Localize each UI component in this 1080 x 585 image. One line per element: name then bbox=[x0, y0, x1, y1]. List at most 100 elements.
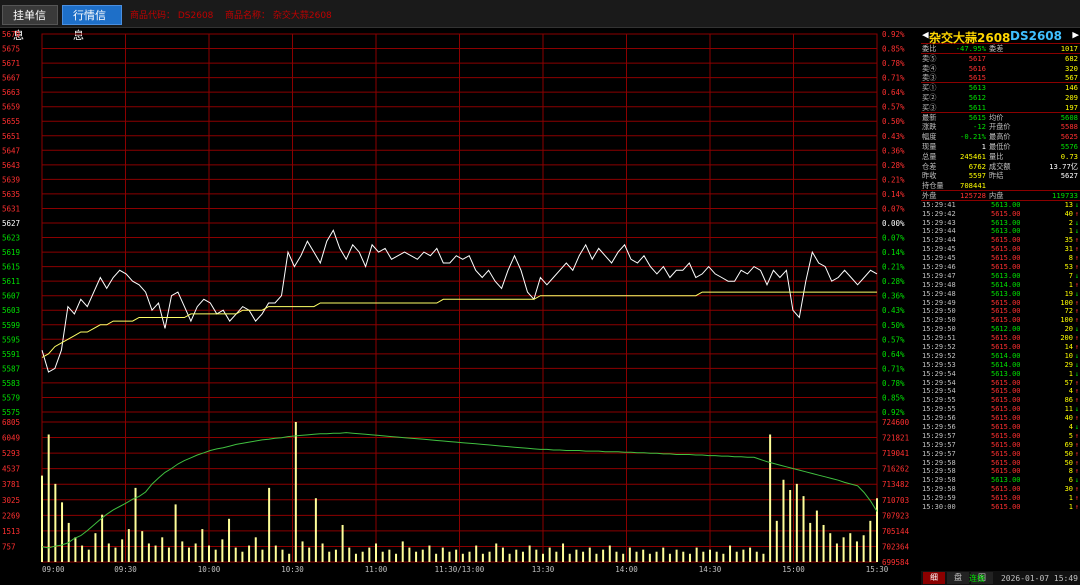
tick-qty: 2 bbox=[1068, 218, 1073, 227]
tick-price: 5615.00 bbox=[991, 334, 1021, 343]
tick-qty: 57 bbox=[1064, 378, 1073, 387]
volume-tick-label: 3025 bbox=[2, 496, 20, 505]
pct-tick-label: 0.14% bbox=[882, 248, 905, 257]
stat-row-label: 总量 bbox=[922, 151, 937, 161]
stat-row-label: 涨跌 bbox=[922, 122, 937, 132]
pct-tick-label: 0.64% bbox=[882, 88, 905, 97]
tick-row: 15:29:41 5613.00 13 ↓ bbox=[921, 201, 1080, 210]
tick-qty: 1 bbox=[1068, 227, 1073, 236]
tick-row: 15:29:50 5615.00 72 ↑ bbox=[921, 307, 1080, 316]
stat-row-label: 最新 bbox=[922, 112, 937, 122]
tick-qty: 13 bbox=[1064, 200, 1073, 209]
tick-price: 5614.00 bbox=[991, 360, 1021, 369]
top-bar: 挂单信息 行情信息 商品代码： DS2608 商品名称： 杂交大蒜2608 bbox=[0, 0, 1080, 42]
stat-row-label2: 最低价 bbox=[989, 141, 1011, 151]
pct-tick-label: 0.71% bbox=[882, 74, 905, 83]
weibi-row: 委比 -47.95% 委差 1017 bbox=[921, 44, 1080, 54]
weibi-row-label: 委比 bbox=[922, 44, 937, 53]
oi-tick-label: 702364 bbox=[882, 542, 910, 551]
tick-price: 5615.00 bbox=[991, 316, 1021, 325]
tick-row: 15:29:50 5615.00 100 ↑ bbox=[921, 316, 1080, 325]
intraday-chart[interactable]: 5679 0.92% 5675 0.85% 5671 0.78% 5667 0.71% 5663… bbox=[0, 28, 920, 585]
tick-price: 5615.00 bbox=[991, 494, 1021, 503]
price-tick-label: 5583 bbox=[2, 379, 20, 388]
tick-row: 15:29:50 5612.00 20 ↓ bbox=[921, 325, 1080, 334]
weibi-row-value2: 1017 bbox=[1060, 44, 1078, 53]
down-arrow-icon: ↓ bbox=[1074, 360, 1079, 369]
oi-tick-label: 707923 bbox=[882, 511, 909, 520]
prev-arrow-icon[interactable]: ◀ bbox=[922, 28, 929, 41]
tick-price: 5615.00 bbox=[991, 262, 1021, 271]
tab-quote-info[interactable]: 行情信息 bbox=[62, 5, 122, 42]
tick-qty: 8 bbox=[1068, 254, 1073, 263]
price-tick-label: 5619 bbox=[2, 248, 20, 257]
tick-time: 15:29:52 bbox=[922, 343, 956, 351]
price-tick-label: 5631 bbox=[2, 204, 20, 213]
tick-price: 5615.00 bbox=[991, 307, 1021, 316]
tick-row: 15:29:49 5615.00 100 ↑ bbox=[921, 299, 1080, 308]
tick-price: 5615.00 bbox=[991, 449, 1021, 458]
time-tick-label: 09:30 bbox=[114, 565, 137, 574]
stat-row: 最新 5615 均价 5608 bbox=[921, 113, 1080, 123]
tick-row: 15:29:51 5615.00 200 ↑ bbox=[921, 334, 1080, 343]
time-tick-label: 15:30 bbox=[866, 565, 889, 574]
up-arrow-icon: ↑ bbox=[1074, 458, 1079, 467]
stat-row-value: 708441 bbox=[960, 181, 986, 191]
tick-qty: 50 bbox=[1064, 458, 1073, 467]
pct-tick-label: 0.28% bbox=[882, 161, 905, 170]
up-arrow-icon: ↑ bbox=[1074, 254, 1079, 263]
bid-row-price: 5611 bbox=[968, 102, 986, 112]
tick-price: 5615.00 bbox=[991, 298, 1021, 307]
price-tick-label: 5647 bbox=[2, 146, 20, 155]
tick-price: 5613.00 bbox=[991, 218, 1021, 227]
price-tick-label: 5639 bbox=[2, 175, 20, 184]
pct-tick-label: 0.78% bbox=[882, 59, 905, 68]
oi-tick-label: 710703 bbox=[882, 496, 909, 505]
down-arrow-icon: ↓ bbox=[1074, 405, 1079, 414]
stat-row-value: 6762 bbox=[968, 161, 986, 171]
tick-qty: 100 bbox=[1060, 298, 1073, 307]
stat-row-label2: 量比 bbox=[989, 151, 1004, 161]
up-arrow-icon: ↑ bbox=[1074, 262, 1079, 271]
tick-time: 15:29:45 bbox=[922, 245, 956, 254]
stat-row: 幅度 -0.21% 最高价 5625 bbox=[921, 132, 1080, 142]
stat-row-value: -12 bbox=[973, 122, 986, 132]
contract-code: DS2608 bbox=[1010, 29, 1063, 43]
tick-qty: 35 bbox=[1064, 236, 1073, 245]
tick-price: 5615.00 bbox=[991, 236, 1021, 245]
tick-row: 15:29:58 5613.00 6 ↓ bbox=[921, 476, 1080, 485]
ask-row-size: 320 bbox=[1065, 63, 1078, 73]
up-arrow-icon: ↑ bbox=[1074, 449, 1079, 458]
bid-row-label: 买① bbox=[922, 83, 937, 93]
tick-time: 15:29:56 bbox=[922, 423, 956, 432]
stat-row-value2: 5625 bbox=[1060, 132, 1078, 142]
tick-time: 15:29:44 bbox=[922, 236, 956, 245]
tick-row: 15:29:46 5615.00 53 ↑ bbox=[921, 263, 1080, 272]
volume-tick-label: 1513 bbox=[2, 527, 20, 536]
price-tick-label: 5663 bbox=[2, 88, 20, 97]
price-tick-label: 5635 bbox=[2, 190, 20, 199]
stat-row-value2: 5608 bbox=[1060, 112, 1078, 122]
tick-time: 15:29:56 bbox=[922, 414, 956, 423]
tick-price: 5613.00 bbox=[991, 227, 1021, 236]
volume-tick-label: 2269 bbox=[2, 511, 20, 520]
price-tick-label: 5671 bbox=[2, 59, 20, 68]
pct-tick-label: 0.78% bbox=[882, 379, 905, 388]
bid-row: 买③ 5611 197 bbox=[921, 103, 1080, 113]
tick-time: 15:29:57 bbox=[922, 440, 956, 449]
stat-row-value2: 13.77亿 bbox=[1049, 161, 1078, 171]
ask-row-label: 卖⑤ bbox=[922, 53, 937, 63]
up-arrow-icon: ↑ bbox=[1074, 378, 1079, 387]
down-arrow-icon: ↓ bbox=[1074, 476, 1079, 485]
clock: 2026-01-07 15:49 bbox=[1000, 574, 1078, 583]
bid-row-price: 5612 bbox=[968, 92, 986, 102]
tick-row: 15:29:42 5615.00 40 ↑ bbox=[921, 210, 1080, 219]
outer-inner-row-label: 外盘 bbox=[922, 190, 937, 200]
next-arrow-icon[interactable]: ▶ bbox=[1072, 28, 1079, 41]
weibi-row-label2: 委差 bbox=[989, 44, 1004, 53]
price-tick-label: 5611 bbox=[2, 277, 20, 286]
tick-row: 15:29:57 5615.00 5 ↑ bbox=[921, 432, 1080, 441]
tick-row: 15:29:55 5615.00 11 ↓ bbox=[921, 405, 1080, 414]
price-tick-label: 5627 bbox=[2, 219, 20, 228]
tab-order-info[interactable]: 挂单信息 bbox=[2, 5, 58, 42]
